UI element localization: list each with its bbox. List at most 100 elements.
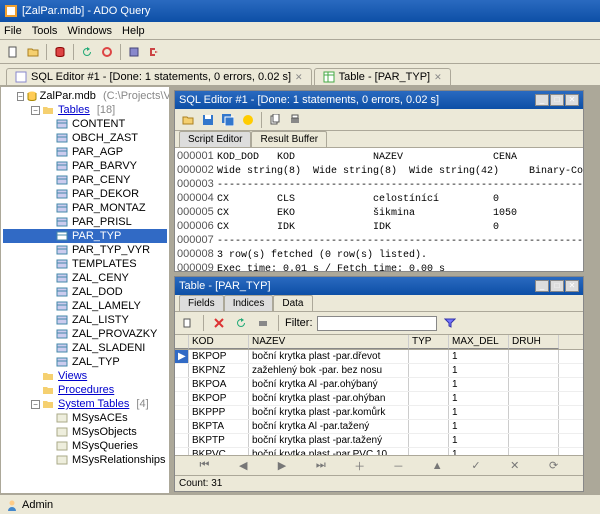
refresh-icon[interactable]: [78, 43, 96, 61]
subtab-fields[interactable]: Fields: [179, 295, 224, 311]
tree-table-item[interactable]: ZAL_PROVAZKY: [3, 327, 167, 341]
tree-table-item[interactable]: PAR_TYP_VYR: [3, 243, 167, 257]
table-name: ZAL_SLADENI: [72, 342, 145, 354]
table-row[interactable]: BKPVCboční krytka plast -par.PVC 101: [175, 448, 583, 455]
tree-table-item[interactable]: ZAL_DOD: [3, 285, 167, 299]
tree-table-item[interactable]: PAR_AGP: [3, 145, 167, 159]
table-row[interactable]: BKPNZzažehlený bok -par. bez nosu1: [175, 364, 583, 378]
menu-tools[interactable]: Tools: [32, 25, 58, 37]
table-row[interactable]: BKPOAboční krytka Al -par.ohýbaný1: [175, 378, 583, 392]
col-header[interactable]: NAZEV: [249, 335, 409, 349]
db-icon[interactable]: [51, 43, 69, 61]
subtab-indices[interactable]: Indices: [224, 295, 274, 311]
table-row[interactable]: ▶BKPOPboční krytka plast -par.dřevot1: [175, 350, 583, 364]
open-icon[interactable]: [179, 111, 197, 129]
tree-table-item[interactable]: CONTENT: [3, 117, 167, 131]
tree-table-item[interactable]: ZAL_CENY: [3, 271, 167, 285]
exit-icon[interactable]: [145, 43, 163, 61]
db-tree[interactable]: −ZalPar.mdb (C:\Projects\Vekra\ −Tables …: [0, 86, 170, 494]
result-buffer[interactable]: 000001KOD_DOD KOD NAZEV CENA 000002Wide …: [175, 148, 583, 271]
tab-label: SQL Editor #1 - [Done: 1 statements, 0 e…: [31, 71, 291, 83]
tree-systable-item[interactable]: MSysRelationships: [3, 453, 167, 467]
tab-table-partyp[interactable]: Table - [PAR_TYP] ✕: [314, 68, 451, 85]
tree-table-item[interactable]: ZAL_LISTY: [3, 313, 167, 327]
tree-systable-item[interactable]: MSysQueries: [3, 439, 167, 453]
first-icon[interactable]: ⏮: [194, 459, 214, 472]
tree-table-item[interactable]: OBCH_ZAST: [3, 131, 167, 145]
table-row[interactable]: BKPPPboční krytka plast -par.komůrk1: [175, 406, 583, 420]
tree-table-item[interactable]: PAR_MONTAZ: [3, 201, 167, 215]
next-icon[interactable]: ▶: [272, 459, 292, 472]
close-icon[interactable]: ✕: [565, 280, 579, 292]
col-header[interactable]: KOD: [189, 335, 249, 349]
delete-icon[interactable]: [210, 314, 228, 332]
close-icon[interactable]: ✕: [295, 72, 303, 83]
remove-icon[interactable]: －: [388, 458, 408, 474]
tree-systable-item[interactable]: MSysObjects: [3, 425, 167, 439]
tab-sql-editor[interactable]: SQL Editor #1 - [Done: 1 statements, 0 e…: [6, 68, 312, 85]
subtab-script-editor[interactable]: Script Editor: [179, 131, 251, 147]
maximize-icon[interactable]: □: [550, 94, 564, 106]
post-icon[interactable]: ✓: [466, 459, 486, 472]
tree-table-item[interactable]: ZAL_LAMELY: [3, 299, 167, 313]
open-icon[interactable]: [24, 43, 42, 61]
sql-window-titlebar[interactable]: SQL Editor #1 - [Done: 1 statements, 0 e…: [175, 91, 583, 109]
cell: boční krytka Al -par.tažený: [249, 420, 409, 433]
stop-icon[interactable]: [98, 43, 116, 61]
table-row[interactable]: BKPOPboční krytka plast -par.ohýban1: [175, 392, 583, 406]
tree-views-node[interactable]: Views: [3, 369, 167, 383]
filter-input[interactable]: [317, 316, 437, 331]
filter-apply-icon[interactable]: [441, 314, 459, 332]
col-header[interactable]: DRUH: [509, 335, 559, 349]
close-icon[interactable]: ✕: [434, 72, 442, 83]
last-icon[interactable]: ⏭: [311, 459, 331, 472]
tree-table-item[interactable]: ZAL_SLADENI: [3, 341, 167, 355]
menu-windows[interactable]: Windows: [67, 25, 112, 37]
tree-table-item[interactable]: PAR_BARVY: [3, 159, 167, 173]
tree-systables-node[interactable]: −System Tables [4]: [3, 397, 167, 411]
tree-table-item[interactable]: ZAL_TYP: [3, 355, 167, 369]
cancel-icon[interactable]: ✕: [505, 459, 525, 472]
tree-table-item[interactable]: PAR_CENY: [3, 173, 167, 187]
tree-systable-item[interactable]: MSysACEs: [3, 411, 167, 425]
menu-file[interactable]: File: [4, 25, 22, 37]
copy-icon[interactable]: [179, 314, 197, 332]
copy-icon[interactable]: [266, 111, 284, 129]
save-icon[interactable]: [199, 111, 217, 129]
add-icon[interactable]: ＋: [350, 458, 370, 474]
new-icon[interactable]: [4, 43, 22, 61]
cell: BKPNZ: [189, 364, 249, 377]
status-user: Admin: [22, 499, 53, 511]
tree-tables-node[interactable]: −Tables [18]: [3, 103, 167, 117]
mdi-area: SQL Editor #1 - [Done: 1 statements, 0 e…: [170, 86, 600, 494]
print-icon[interactable]: [286, 111, 304, 129]
tree-table-item[interactable]: PAR_DEKOR: [3, 187, 167, 201]
tree-table-item[interactable]: PAR_PRISL: [3, 215, 167, 229]
close-icon[interactable]: ✕: [565, 94, 579, 106]
subtab-data[interactable]: Data: [273, 295, 312, 311]
table-row[interactable]: BKPTPboční krytka plast -par.tažený1: [175, 434, 583, 448]
menu-help[interactable]: Help: [122, 25, 145, 37]
print-icon[interactable]: [254, 314, 272, 332]
prev-icon[interactable]: ◀: [233, 459, 253, 472]
tree-db-node[interactable]: −ZalPar.mdb (C:\Projects\Vekra\: [3, 89, 167, 103]
tree-table-item[interactable]: TEMPLATES: [3, 257, 167, 271]
maximize-icon[interactable]: □: [550, 280, 564, 292]
minimize-icon[interactable]: _: [535, 94, 549, 106]
table-row[interactable]: BKPTAboční krytka Al -par.tažený1: [175, 420, 583, 434]
cell: [409, 350, 449, 363]
settings-icon[interactable]: [125, 43, 143, 61]
tree-table-item[interactable]: PAR_TYP: [3, 229, 167, 243]
grid-body[interactable]: ▶BKPOPboční krytka plast -par.dřevot1BKP…: [175, 350, 583, 455]
table-window-titlebar[interactable]: Table - [PAR_TYP] _□✕: [175, 277, 583, 295]
run-icon[interactable]: [239, 111, 257, 129]
refresh-icon[interactable]: [232, 314, 250, 332]
minimize-icon[interactable]: _: [535, 280, 549, 292]
edit-icon[interactable]: ▲: [427, 460, 447, 472]
saveall-icon[interactable]: [219, 111, 237, 129]
tree-procedures-node[interactable]: Procedures: [3, 383, 167, 397]
col-header[interactable]: TYP: [409, 335, 449, 349]
subtab-result-buffer[interactable]: Result Buffer: [251, 131, 327, 147]
col-header[interactable]: MAX_DEL: [449, 335, 509, 349]
refresh-icon[interactable]: ⟳: [544, 459, 564, 472]
